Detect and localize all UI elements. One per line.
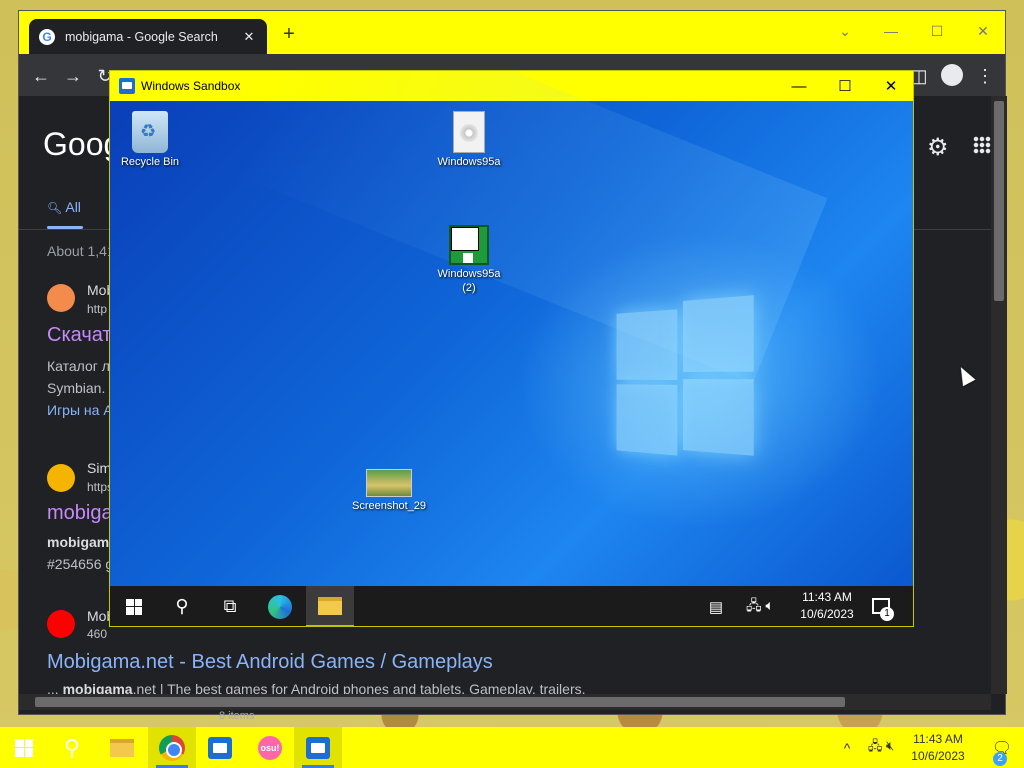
windows-sandbox-window: Windows Sandbox — ☐ ✕ Recycle Bin Window… <box>109 70 914 627</box>
file-explorer-icon <box>110 738 134 757</box>
vertical-scrollbar[interactable] <box>991 96 1007 694</box>
host-clock[interactable]: 11:43 AM 10/6/2023 <box>900 731 976 765</box>
result-title-link[interactable]: Mobigama.net - Best Android Games / Game… <box>47 651 493 674</box>
gear-icon[interactable]: ⚙ <box>927 133 949 162</box>
network-volume-icon[interactable]: 🖧︎ 🔇︎ <box>858 727 904 768</box>
desktop-icon-label: Windows95a <box>437 156 501 168</box>
setup-program-icon <box>449 225 489 265</box>
label-line-2: (2) <box>462 282 476 294</box>
maximize-button[interactable]: ☐ <box>919 17 955 45</box>
edge-icon <box>268 594 292 619</box>
chrome-tab-active[interactable]: G mobigama - Google Search ✕ <box>29 19 267 54</box>
sandbox-minimize-button[interactable]: — <box>776 71 822 101</box>
tab-all-label: All <box>65 199 81 215</box>
host-taskbar: ⚲ osu! ^ 🖧︎ 🔇︎ 11:43 AM 10/6/2023 🗨︎ <box>0 727 1024 768</box>
desktop-icon-label: Windows95a (2) <box>424 267 514 295</box>
host-clock-date: 10/6/2023 <box>911 749 965 763</box>
result-favicon-icon <box>47 284 75 312</box>
sandbox-title: Windows Sandbox <box>141 79 241 93</box>
tab-all[interactable]: 🔍︎ All <box>47 199 81 215</box>
windows-start-icon <box>15 738 33 757</box>
sandbox-taskbar: ⚲ ⧉ ▤ 🖧︎ 🔈︎ 11:43 AM 10/6/2023 1 <box>110 586 913 626</box>
task-view-icon[interactable]: ⧉ <box>206 586 254 626</box>
desktop-icon-label: Recycle Bin <box>120 156 180 168</box>
close-button[interactable]: ✕ <box>965 17 1001 45</box>
tab-title: mobigama - Google Search <box>65 29 218 44</box>
youtube-favicon-icon <box>47 610 75 638</box>
sandbox-edge-button[interactable] <box>256 586 304 626</box>
google-favicon-icon: G <box>39 28 55 45</box>
sandbox-clock-date[interactable]: 10/6/2023 <box>794 607 860 621</box>
recycle-bin-icon <box>132 111 168 153</box>
search-icon: 🔍︎ <box>47 201 63 215</box>
result-snippet: Каталог л <box>47 358 110 374</box>
windows-start-icon <box>126 598 142 615</box>
desktop-icon-screenshot[interactable]: Screenshot_29 <box>344 469 434 513</box>
snippet-prefix: ... <box>47 681 63 694</box>
more-menu-icon[interactable]: ⋮ <box>973 64 997 88</box>
result-site-name: Sim <box>87 460 112 476</box>
tab-search-chevron-icon[interactable]: ⌄ <box>827 17 863 45</box>
windows-logo-wallpaper <box>616 295 759 457</box>
results-count: About 1,41 <box>47 243 115 259</box>
sandbox-app-icon <box>119 78 135 94</box>
status-strip: 8 items <box>219 710 255 722</box>
start-button[interactable] <box>0 727 48 768</box>
new-tab-button[interactable]: + <box>279 24 299 45</box>
file-explorer-button[interactable] <box>98 727 146 768</box>
sandbox-taskbar-button-2[interactable] <box>294 727 342 768</box>
windows-sandbox-icon <box>208 736 232 759</box>
minimize-button[interactable]: — <box>873 17 909 45</box>
sandbox-close-button[interactable]: ✕ <box>868 71 913 101</box>
back-arrow-icon[interactable]: ← <box>29 64 53 88</box>
tab-close-icon[interactable]: ✕ <box>241 29 257 45</box>
result-favicon-icon <box>47 464 75 492</box>
desktop-icon-label: Screenshot_29 <box>352 500 426 512</box>
horizontal-scroll-thumb[interactable] <box>35 697 845 707</box>
snippet-rest: .net | The best games for Android phones… <box>132 681 586 694</box>
chrome-icon <box>159 734 185 761</box>
result-url: 460 <box>87 627 108 641</box>
osu-button[interactable]: osu! <box>246 727 294 768</box>
sandbox-maximize-button[interactable]: ☐ <box>822 71 868 101</box>
horizontal-scrollbar[interactable] <box>19 694 991 710</box>
host-clock-time: 11:43 AM <box>913 732 963 746</box>
result-snippet: Symbian. <box>47 380 106 396</box>
sandbox-taskbar-button-1[interactable] <box>196 727 244 768</box>
news-widget-icon[interactable]: ▤ <box>692 586 740 626</box>
result-snippet: mobigam <box>47 534 110 550</box>
result-url: http <box>87 302 108 316</box>
apps-grid-icon[interactable] <box>973 136 991 154</box>
image-file-icon <box>366 469 412 497</box>
chrome-taskbar-button[interactable] <box>148 727 196 768</box>
forward-arrow-icon[interactable]: → <box>61 64 85 88</box>
result-sitelink[interactable]: Игры на A <box>47 402 113 418</box>
desktop-icon-windows95a[interactable]: Windows95a <box>424 111 514 169</box>
windows-sandbox-icon <box>306 736 330 759</box>
sandbox-file-explorer-button[interactable] <box>306 586 354 626</box>
desktop-icon-windows95a-2[interactable]: Windows95a (2) <box>424 225 514 295</box>
result-title-link[interactable]: mobiga <box>47 502 113 525</box>
host-notification-badge: 2 <box>993 752 1007 766</box>
desktop-icon-recycle-bin[interactable]: Recycle Bin <box>110 111 195 169</box>
sandbox-start-button[interactable] <box>110 586 158 626</box>
network-icon[interactable]: 🖧︎ 🔈︎ <box>736 586 784 626</box>
disc-image-file-icon <box>453 111 485 153</box>
file-explorer-icon <box>318 596 342 615</box>
vertical-scroll-thumb[interactable] <box>994 101 1004 301</box>
search-icon[interactable]: ⚲ <box>48 727 96 768</box>
notification-count-badge: 1 <box>880 607 894 621</box>
label-line-1: Windows95a <box>437 268 501 280</box>
sandbox-clock-time[interactable]: 11:43 AM <box>794 590 860 604</box>
osu-icon: osu! <box>258 735 282 760</box>
sandbox-desktop[interactable]: Recycle Bin Windows95a Windows95a (2) Scr… <box>110 71 913 586</box>
snippet-bold: mobigama <box>62 681 133 694</box>
chrome-titlebar[interactable]: G mobigama - Google Search ✕ + ⌄ — ☐ ✕ <box>19 11 1005 54</box>
result-snippet: #254656 g <box>47 556 114 572</box>
result-snippet: ... mobigama.net | The best games for An… <box>47 681 586 694</box>
profile-avatar-icon[interactable] <box>941 64 963 86</box>
result-title-link[interactable]: Скачат <box>47 324 112 347</box>
sandbox-search-icon[interactable]: ⚲ <box>158 586 206 626</box>
